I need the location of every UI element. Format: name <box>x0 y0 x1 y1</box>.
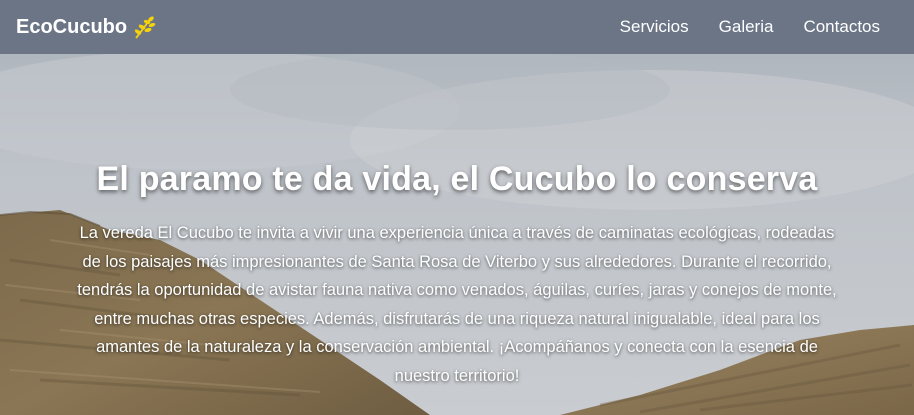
leaf-sprig-icon <box>134 16 156 39</box>
brand-logo[interactable]: EcoCucubo <box>16 14 157 40</box>
hero-content: El paramo te da vida, el Cucubo lo conse… <box>0 160 914 390</box>
brand-name: EcoCucubo <box>16 15 128 38</box>
nav-link-servicios[interactable]: Servicios <box>620 17 689 37</box>
nav-link-galeria[interactable]: Galeria <box>719 17 774 37</box>
hero-section: EcoCucubo Servicios Galeria Contactos El… <box>0 0 914 415</box>
top-navbar: EcoCucubo Servicios Galeria Contactos <box>0 0 914 54</box>
hero-title: El paramo te da vida, el Cucubo lo conse… <box>96 160 818 198</box>
nav-link-contactos[interactable]: Contactos <box>803 17 880 37</box>
nav-links: Servicios Galeria Contactos <box>620 17 880 37</box>
hero-paragraph: La vereda El Cucubo te invita a vivir un… <box>77 224 837 385</box>
